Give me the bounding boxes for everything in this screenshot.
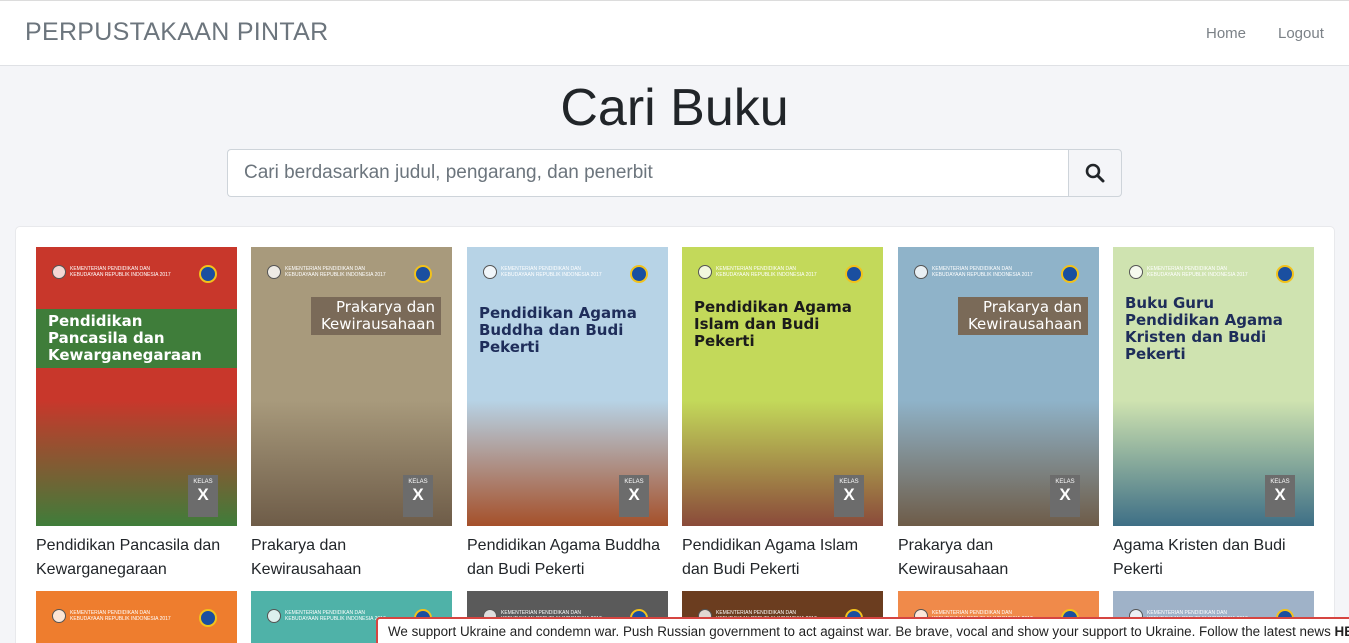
cover-kelas-badge: KELAS X	[834, 475, 864, 517]
search-button[interactable]	[1068, 149, 1122, 197]
garuda-emblem-icon	[52, 265, 66, 279]
garuda-emblem-icon	[1129, 265, 1143, 279]
book-title[interactable]: Pendidikan Agama Islam dan Budi Pekerti	[682, 534, 887, 582]
garuda-emblem-icon	[52, 609, 66, 623]
cover-ministry-text: KEMENTERIAN PENDIDIKAN DAN KEBUDAYAAN RE…	[285, 266, 386, 278]
nav-home-link[interactable]: Home	[1206, 25, 1246, 42]
kelas-value: X	[1059, 485, 1071, 504]
cover-ministry-text: KEMENTERIAN PENDIDIKAN DAN KEBUDAYAAN RE…	[501, 266, 602, 278]
curriculum-badge-icon	[414, 265, 432, 283]
book-title[interactable]: Prakarya dan Kewirausahaan	[898, 534, 1103, 582]
garuda-emblem-icon	[483, 265, 497, 279]
cover-ministry-text: KEMENTERIAN PENDIDIKAN DAN KEBUDAYAAN RE…	[932, 266, 1033, 278]
cover-title-text: Prakarya dan Kewirausahaan	[311, 297, 441, 335]
book-list-card: KEMENTERIAN PENDIDIKAN DAN KEBUDAYAAN RE…	[15, 226, 1335, 643]
book-item[interactable]: KEMENTERIAN PENDIDIKAN DAN KEBUDAYAAN RE…	[36, 247, 237, 587]
curriculum-badge-icon	[1061, 265, 1079, 283]
cover-kelas-badge: KELAS X	[188, 475, 218, 517]
banner-text: We support Ukraine and condemn war. Push…	[388, 624, 1335, 639]
cover-ministry-text: KEMENTERIAN PENDIDIKAN DAN KEBUDAYAAN RE…	[70, 610, 171, 622]
book-title[interactable]: Pendidikan Pancasila dan Kewarganegaraan	[36, 534, 241, 582]
kelas-value: X	[412, 485, 424, 504]
search-icon	[1085, 163, 1105, 183]
book-item[interactable]: KEMENTERIAN PENDIDIKAN DAN KEBUDAYAAN RE…	[1113, 247, 1314, 587]
cover-kelas-badge: KELAS X	[403, 475, 433, 517]
kelas-value: X	[843, 485, 855, 504]
book-item[interactable]: KEMENTERIAN PENDIDIKAN DAN KEBUDAYAAN RE…	[467, 247, 668, 587]
book-title[interactable]: Agama Kristen dan Budi Pekerti	[1113, 534, 1318, 582]
book-cover[interactable]: KEMENTERIAN PENDIDIKAN DAN KEBUDAYAAN RE…	[36, 247, 237, 526]
page-title: Cari Buku	[560, 79, 789, 137]
cover-title-text: Pendidikan Pancasila dan Kewarganegaraan	[36, 309, 237, 368]
book-item[interactable]: KEMENTERIAN PENDIDIKAN DAN KEBUDAYAAN RE…	[251, 247, 452, 587]
book-cover[interactable]: KEMENTERIAN PENDIDIKAN DAN KEBUDAYAAN RE…	[682, 247, 883, 526]
book-cover[interactable]: KEMENTERIAN PENDIDIKAN DAN KEBUDAYAAN RE…	[1113, 247, 1314, 526]
cover-title-text: Pendidikan Agama Islam dan Budi Pekerti	[694, 298, 852, 350]
curriculum-badge-icon	[199, 265, 217, 283]
search-input[interactable]	[227, 149, 1068, 197]
cover-title-text: Buku Guru Pendidikan Agama Kristen dan B…	[1125, 294, 1283, 363]
cover-title-text: Prakarya dan Kewirausahaan	[958, 297, 1088, 335]
garuda-emblem-icon	[267, 265, 281, 279]
book-cover[interactable]: KEMENTERIAN PENDIDIKAN DAN KEBUDAYAAN RE…	[251, 247, 452, 526]
garuda-emblem-icon	[698, 265, 712, 279]
ukraine-support-banner: We support Ukraine and condemn war. Push…	[376, 617, 1349, 643]
cover-ministry-text: KEMENTERIAN PENDIDIKAN DAN KEBUDAYAAN RE…	[70, 266, 171, 278]
navbar: PERPUSTAKAAN PINTAR Home Logout	[0, 0, 1349, 66]
book-cover[interactable]: KEMENTERIAN PENDIDIKAN DAN KEBUDAYAAN RE…	[898, 247, 1099, 526]
curriculum-badge-icon	[1276, 265, 1294, 283]
cover-kelas-badge: KELAS X	[1265, 475, 1295, 517]
cover-ministry-text: KEMENTERIAN PENDIDIKAN DAN KEBUDAYAAN RE…	[716, 266, 817, 278]
garuda-emblem-icon	[267, 609, 281, 623]
cover-kelas-badge: KELAS X	[619, 475, 649, 517]
nav-logout-link[interactable]: Logout	[1278, 25, 1324, 42]
book-title[interactable]: Prakarya dan Kewirausahaan	[251, 534, 456, 582]
book-title[interactable]: Pendidikan Agama Buddha dan Budi Pekerti	[467, 534, 672, 582]
brand-logo[interactable]: PERPUSTAKAAN PINTAR	[25, 18, 328, 47]
kelas-value: X	[197, 485, 209, 504]
book-item[interactable]: KEMENTERIAN PENDIDIKAN DAN KEBUDAYAAN RE…	[682, 247, 883, 587]
banner-link[interactable]: HERE	[1335, 624, 1349, 639]
book-item[interactable]: KEMENTERIAN PENDIDIKAN DAN KEBUDAYAAN RE…	[898, 247, 1099, 587]
book-cover[interactable]: KEMENTERIAN PENDIDIKAN DAN KEBUDAYAAN RE…	[36, 591, 237, 643]
kelas-value: X	[1274, 485, 1286, 504]
curriculum-badge-icon	[845, 265, 863, 283]
cover-title-text: Pendidikan Agama Buddha dan Budi Pekerti	[479, 304, 637, 356]
cover-kelas-badge: KELAS X	[1050, 475, 1080, 517]
curriculum-badge-icon	[199, 609, 217, 627]
book-cover[interactable]: KEMENTERIAN PENDIDIKAN DAN KEBUDAYAAN RE…	[467, 247, 668, 526]
kelas-value: X	[628, 485, 640, 504]
cover-ministry-text: KEMENTERIAN PENDIDIKAN DAN KEBUDAYAAN RE…	[1147, 266, 1248, 278]
garuda-emblem-icon	[914, 265, 928, 279]
search-bar	[227, 149, 1122, 197]
curriculum-badge-icon	[630, 265, 648, 283]
